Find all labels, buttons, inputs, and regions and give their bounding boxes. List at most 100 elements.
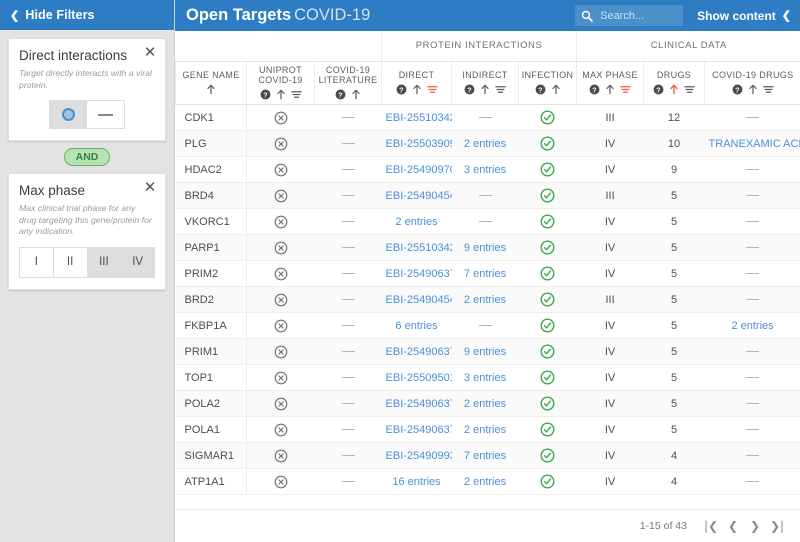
- cell-direct[interactable]: EBI-25510342: [381, 104, 452, 132]
- x-circle-icon[interactable]: [274, 371, 288, 385]
- first-page-icon[interactable]: |❮: [700, 515, 722, 537]
- cell-indirect[interactable]: 3 entries: [451, 156, 519, 184]
- cell-direct-value[interactable]: EBI-25490637: [386, 398, 452, 410]
- cell-indirect[interactable]: 3 entries: [451, 364, 519, 392]
- table-row[interactable]: BRD4 EBI-25490454 III 5: [175, 182, 800, 210]
- cell-direct[interactable]: 16 entries: [381, 468, 452, 496]
- table-row[interactable]: PARP1 EBI-25510342 9 entries IV 5: [175, 234, 800, 262]
- x-circle-icon[interactable]: [274, 423, 288, 437]
- cell-gene-name[interactable]: HDAC2: [175, 156, 247, 184]
- cell-covid-19-drugs-value[interactable]: 2 entries: [731, 320, 773, 332]
- sort-arrow-icon[interactable]: [351, 89, 361, 100]
- direct-interactions-option-none[interactable]: [87, 101, 124, 129]
- x-circle-icon[interactable]: [274, 345, 288, 359]
- cell-indirect[interactable]: 7 entries: [451, 260, 519, 288]
- table-row[interactable]: TOP1 EBI-25509501 3 entries IV 5: [175, 364, 800, 392]
- check-circle-icon[interactable]: [540, 110, 555, 125]
- x-circle-icon[interactable]: [274, 267, 288, 281]
- operator-chip-and[interactable]: AND: [63, 148, 111, 167]
- show-content-button[interactable]: Show content ❮: [697, 9, 791, 23]
- cell-indirect-value[interactable]: 7 entries: [464, 450, 506, 462]
- check-circle-icon[interactable]: [540, 474, 555, 489]
- cell-indirect-value[interactable]: 3 entries: [464, 372, 506, 384]
- x-circle-icon[interactable]: [274, 137, 288, 151]
- column-header-covid-19-drugs[interactable]: COVID-19 DRUGS ?: [704, 61, 800, 106]
- cell-indirect-value[interactable]: 2 entries: [464, 398, 506, 410]
- max-phase-option-ii[interactable]: II: [53, 247, 88, 277]
- cell-gene-name[interactable]: POLA1: [175, 416, 247, 444]
- filter-icon[interactable]: [495, 84, 506, 95]
- check-circle-icon[interactable]: [540, 396, 555, 411]
- column-header-direct[interactable]: DIRECT ?: [381, 61, 452, 106]
- check-circle-icon[interactable]: [540, 266, 555, 281]
- table-row[interactable]: ATP1A1 16 entries 2 entries IV 4: [175, 468, 800, 496]
- check-circle-icon[interactable]: [540, 136, 555, 151]
- table-row[interactable]: FKBP1A 6 entries IV 5 2 entries: [175, 312, 800, 340]
- next-page-icon[interactable]: ❯: [744, 515, 766, 537]
- x-circle-icon[interactable]: [274, 111, 288, 125]
- sort-arrow-icon[interactable]: [551, 84, 561, 95]
- cell-direct[interactable]: 2 entries: [381, 208, 452, 236]
- x-circle-icon[interactable]: [274, 397, 288, 411]
- sort-arrow-icon[interactable]: [412, 84, 422, 95]
- table-row[interactable]: BRD2 EBI-25490454 2 entries III 5: [175, 286, 800, 314]
- x-circle-icon[interactable]: [274, 449, 288, 463]
- table-row[interactable]: PRIM1 EBI-25490637 9 entries IV 5: [175, 338, 800, 366]
- filter-icon[interactable]: [684, 84, 695, 95]
- help-icon[interactable]: ?: [535, 84, 546, 95]
- cell-direct-value[interactable]: EBI-25490637: [386, 268, 452, 280]
- cell-indirect-value[interactable]: 9 entries: [464, 242, 506, 254]
- column-header-indirect[interactable]: INDIRECT ?: [451, 61, 519, 106]
- table-row[interactable]: HDAC2 EBI-25490970 3 entries IV 9: [175, 156, 800, 184]
- sort-arrow-icon[interactable]: [748, 84, 758, 95]
- search-input[interactable]: [598, 8, 678, 23]
- x-circle-icon[interactable]: [274, 163, 288, 177]
- table-row[interactable]: VKORC1 2 entries IV 5: [175, 208, 800, 236]
- cell-direct-value[interactable]: EBI-25510342: [386, 112, 452, 124]
- cell-direct-value[interactable]: EBI-25490454: [386, 294, 452, 306]
- cell-direct[interactable]: EBI-25490637: [381, 338, 452, 366]
- cell-indirect-value[interactable]: 2 entries: [464, 294, 506, 306]
- check-circle-icon[interactable]: [540, 162, 555, 177]
- cell-direct[interactable]: EBI-25490637: [381, 390, 452, 418]
- cell-direct-value[interactable]: EBI-25490637: [386, 346, 452, 358]
- check-circle-icon[interactable]: [540, 370, 555, 385]
- cell-gene-name[interactable]: BRD2: [175, 286, 247, 314]
- search-box[interactable]: [575, 5, 684, 26]
- help-icon[interactable]: ?: [335, 89, 346, 100]
- cell-indirect-value[interactable]: 7 entries: [464, 268, 506, 280]
- cell-gene-name[interactable]: SIGMAR1: [175, 442, 247, 470]
- cell-gene-name[interactable]: TOP1: [175, 364, 247, 392]
- check-circle-icon[interactable]: [540, 448, 555, 463]
- max-phase-option-iv[interactable]: IV: [121, 247, 154, 277]
- table-row[interactable]: POLA1 EBI-25490637 2 entries IV 5: [175, 416, 800, 444]
- table-row[interactable]: PRIM2 EBI-25490637 7 entries IV 5: [175, 260, 800, 288]
- previous-page-icon[interactable]: ❮: [722, 515, 744, 537]
- cell-gene-name[interactable]: PRIM2: [175, 260, 247, 288]
- cell-gene-name[interactable]: PRIM1: [175, 338, 247, 366]
- cell-direct[interactable]: EBI-25490970: [381, 156, 452, 184]
- x-circle-icon[interactable]: [274, 241, 288, 255]
- help-icon[interactable]: ?: [464, 84, 475, 95]
- sort-arrow-icon[interactable]: [206, 84, 216, 95]
- cell-direct-value[interactable]: EBI-25503909: [386, 138, 452, 150]
- x-circle-icon[interactable]: [274, 319, 288, 333]
- cell-indirect-value[interactable]: 2 entries: [464, 476, 506, 488]
- cell-indirect[interactable]: 2 entries: [451, 390, 519, 418]
- check-circle-icon[interactable]: [540, 318, 555, 333]
- cell-indirect-value[interactable]: 2 entries: [464, 138, 506, 150]
- cell-indirect[interactable]: 2 entries: [451, 286, 519, 314]
- cell-direct[interactable]: EBI-25490637: [381, 416, 452, 444]
- cell-direct[interactable]: EBI-25490637: [381, 260, 452, 288]
- help-icon[interactable]: ?: [260, 89, 271, 100]
- table-row[interactable]: POLA2 EBI-25490637 2 entries IV 5: [175, 390, 800, 418]
- help-icon[interactable]: ?: [653, 84, 664, 95]
- column-header-gene-name[interactable]: GENE NAME: [175, 61, 247, 106]
- help-icon[interactable]: ?: [732, 84, 743, 95]
- hide-filters-button[interactable]: ❮ Hide Filters: [0, 0, 174, 30]
- cell-indirect[interactable]: 7 entries: [451, 442, 519, 470]
- cell-gene-name[interactable]: CDK1: [175, 104, 247, 132]
- cell-indirect[interactable]: 2 entries: [451, 130, 519, 158]
- sort-arrow-icon[interactable]: [276, 89, 286, 100]
- cell-indirect[interactable]: 2 entries: [451, 416, 519, 444]
